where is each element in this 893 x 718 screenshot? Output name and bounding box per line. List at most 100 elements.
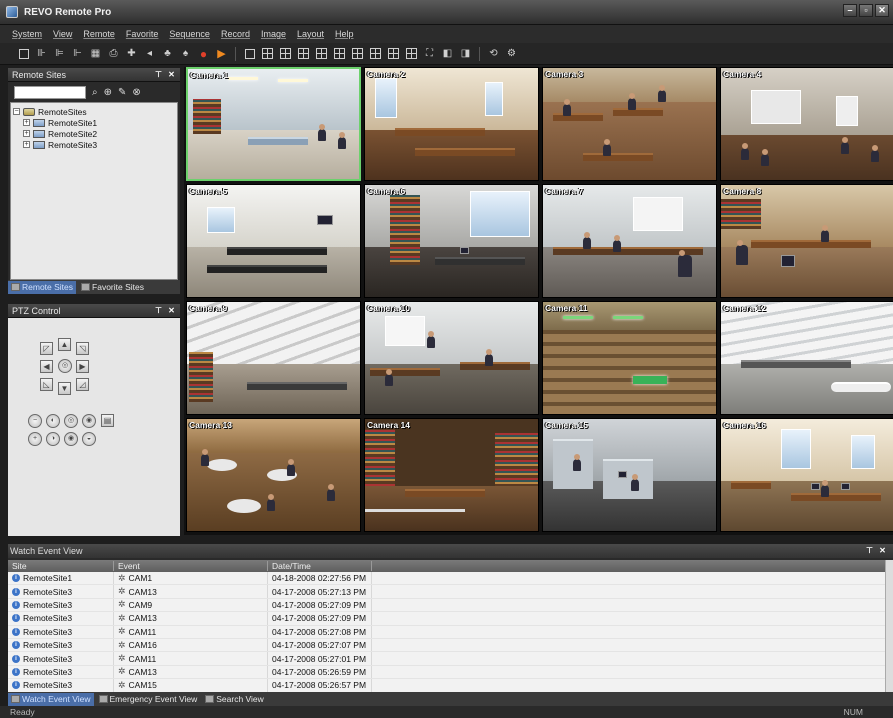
playback-icon[interactable]: ♣ — [160, 46, 175, 61]
iris-open-button[interactable]: ◉ — [64, 432, 78, 446]
pin-icon[interactable]: ⊤ — [154, 306, 163, 315]
ptz-down-right-button[interactable]: ◿ — [76, 378, 89, 391]
table-row[interactable]: i RemoteSite3 ✲ CAM15 04-17-2008 05:26:57 PM — [8, 679, 885, 693]
tab-emergency-event-view[interactable]: Emergency Event View — [96, 693, 201, 706]
pin-icon[interactable]: ⊤ — [154, 70, 163, 79]
table-row[interactable]: i RemoteSite3 ✲ CAM13 04-17-2008 05:27:09 PM — [8, 612, 885, 626]
zoom-icon[interactable]: ✚ — [124, 46, 139, 61]
sequence-icon[interactable]: ⟲ — [486, 46, 501, 61]
close-icon[interactable]: ✕ — [167, 70, 176, 79]
settings-icon[interactable]: ⚙ — [504, 46, 519, 61]
camera-tile-3[interactable]: Camera 3 — [542, 67, 717, 181]
expand-icon[interactable]: + — [23, 119, 30, 126]
expand-icon[interactable]: + — [23, 141, 30, 148]
delete-site-icon[interactable]: ⊗ — [132, 87, 140, 98]
camera-tile-1[interactable]: Camera 1 — [186, 67, 361, 181]
layout-13-icon[interactable] — [350, 46, 365, 61]
snapshot-icon[interactable]: ▦ — [88, 46, 103, 61]
table-row[interactable]: i RemoteSite1 ✲ CAM1 04-18-2008 02:27:56 PM — [8, 572, 885, 586]
menu-remote[interactable]: Remote — [83, 29, 115, 39]
close-icon[interactable]: ✕ — [167, 306, 176, 315]
menu-layout[interactable]: Layout — [297, 29, 324, 39]
camera-tile-10[interactable]: Camera 10 — [364, 301, 539, 415]
column-header-event[interactable]: Event — [114, 561, 268, 571]
site-search-input[interactable] — [14, 85, 86, 99]
ptz-up-right-button[interactable]: ◹ — [76, 342, 89, 355]
maximize-button[interactable]: ▫ — [859, 4, 873, 17]
layout-10-icon[interactable] — [332, 46, 347, 61]
camera-tile-2[interactable]: Camera 2 — [364, 67, 539, 181]
layout-16-icon[interactable] — [314, 46, 329, 61]
layout-1-icon[interactable] — [242, 46, 257, 61]
menu-help[interactable]: Help — [335, 29, 354, 39]
iris-close-button[interactable]: ◎ — [64, 414, 78, 428]
camera-tile-8[interactable]: Camera 8 — [720, 184, 893, 298]
table-row[interactable]: i RemoteSite3 ✲ CAM13 04-17-2008 05:26:59 PM — [8, 665, 885, 680]
camera-tile-16[interactable]: Camera 16 — [720, 418, 893, 532]
tab-favorite-sites[interactable]: Favorite Sites — [78, 281, 147, 294]
ptz-up-left-button[interactable]: ◸ — [40, 342, 53, 355]
column-header-date[interactable]: Date/Time — [268, 561, 372, 571]
ptz-home-button[interactable]: ◎ — [58, 359, 72, 373]
camera-tile-6[interactable]: Camera 6 — [364, 184, 539, 298]
add-site-icon[interactable]: ⊕ — [104, 87, 112, 98]
ptz-right-button[interactable]: ▶ — [76, 360, 89, 373]
table-row[interactable]: i RemoteSite3 ✲ CAM11 04-17-2008 05:27:01 PM — [8, 652, 885, 666]
zoom-out-button[interactable]: − — [28, 414, 42, 428]
ptz-down-left-button[interactable]: ◺ — [40, 378, 53, 391]
menu-sequence[interactable]: Sequence — [169, 29, 210, 39]
tree-item-remotesite2[interactable]: + RemoteSite2 — [13, 128, 175, 139]
ptz-up-button[interactable]: ▲ — [58, 338, 71, 351]
layout-4-icon[interactable] — [260, 46, 275, 61]
menu-system[interactable]: System — [12, 29, 42, 39]
ptz-down-button[interactable]: ▼ — [58, 382, 71, 395]
tab-remote-sites[interactable]: Remote Sites — [8, 280, 77, 294]
tree-item-remotesite3[interactable]: + RemoteSite3 — [13, 139, 175, 150]
preset-button[interactable]: ◉ — [82, 414, 96, 428]
layout-6-icon[interactable] — [278, 46, 293, 61]
tab-search-view[interactable]: Search View — [202, 693, 267, 706]
camera-tile-15[interactable]: Camera 15 — [542, 418, 717, 532]
play-icon[interactable]: ▶ — [214, 46, 229, 61]
next-page-icon[interactable]: ◨ — [458, 46, 473, 61]
menu-record[interactable]: Record — [221, 29, 250, 39]
layout-7-icon[interactable] — [386, 46, 401, 61]
focus-near-button[interactable]: ◐ — [46, 414, 60, 428]
menu-view[interactable]: View — [53, 29, 72, 39]
camera-tile-9[interactable]: Camera 9 — [186, 301, 361, 415]
table-row[interactable]: i RemoteSite3 ✲ CAM11 04-17-2008 05:27:08 PM — [8, 625, 885, 639]
camera-tile-4[interactable]: Camera 4 — [720, 67, 893, 181]
pin-icon[interactable]: ⊤ — [865, 546, 874, 555]
close-icon[interactable]: ✕ — [878, 546, 887, 555]
menu-image[interactable]: Image — [261, 29, 286, 39]
ptz-setup-button[interactable]: ▤ — [101, 414, 114, 427]
prev-page-icon[interactable]: ◧ — [440, 46, 455, 61]
disconnect-icon[interactable]: ⊫ — [52, 46, 67, 61]
camera-tile-12[interactable]: Camera 12 — [720, 301, 893, 415]
close-button[interactable]: ✕ — [875, 4, 889, 17]
table-row[interactable]: i RemoteSite3 ✲ CAM16 04-17-2008 05:27:07 PM — [8, 638, 885, 653]
camera-tile-7[interactable]: Camera 7 — [542, 184, 717, 298]
expand-icon[interactable]: + — [23, 130, 30, 137]
layout-9-icon[interactable] — [296, 46, 311, 61]
event-scrollbar[interactable] — [885, 560, 893, 694]
layout-12-icon[interactable] — [404, 46, 419, 61]
connect-all-icon[interactable]: ⊪ — [34, 46, 49, 61]
camera-tile-14[interactable]: Camera 14 — [364, 418, 539, 532]
camera-tile-11[interactable]: Camera 11 — [542, 301, 717, 415]
connect-icon[interactable] — [16, 46, 31, 61]
camera-tile-5[interactable]: Camera 5 — [186, 184, 361, 298]
layout-8-icon[interactable] — [368, 46, 383, 61]
audio-icon[interactable]: ◂ — [142, 46, 157, 61]
minimize-button[interactable]: – — [843, 4, 857, 17]
print-icon[interactable]: ⎙ — [106, 46, 121, 61]
edit-site-icon[interactable]: ✎ — [118, 87, 126, 98]
column-header-site[interactable]: Site — [8, 561, 114, 571]
table-row[interactable]: i RemoteSite3 ✲ CAM13 04-17-2008 05:27:13 PM — [8, 585, 885, 599]
network-icon[interactable]: ♠ — [178, 46, 193, 61]
fullscreen-icon[interactable]: ⛶ — [422, 46, 437, 61]
collapse-icon[interactable]: − — [13, 108, 20, 115]
menu-favorite[interactable]: Favorite — [126, 29, 159, 39]
table-row[interactable]: i RemoteSite3 ✲ CAM9 04-17-2008 05:27:09 PM — [8, 598, 885, 613]
camera-tile-13[interactable]: Camera 13 — [186, 418, 361, 532]
